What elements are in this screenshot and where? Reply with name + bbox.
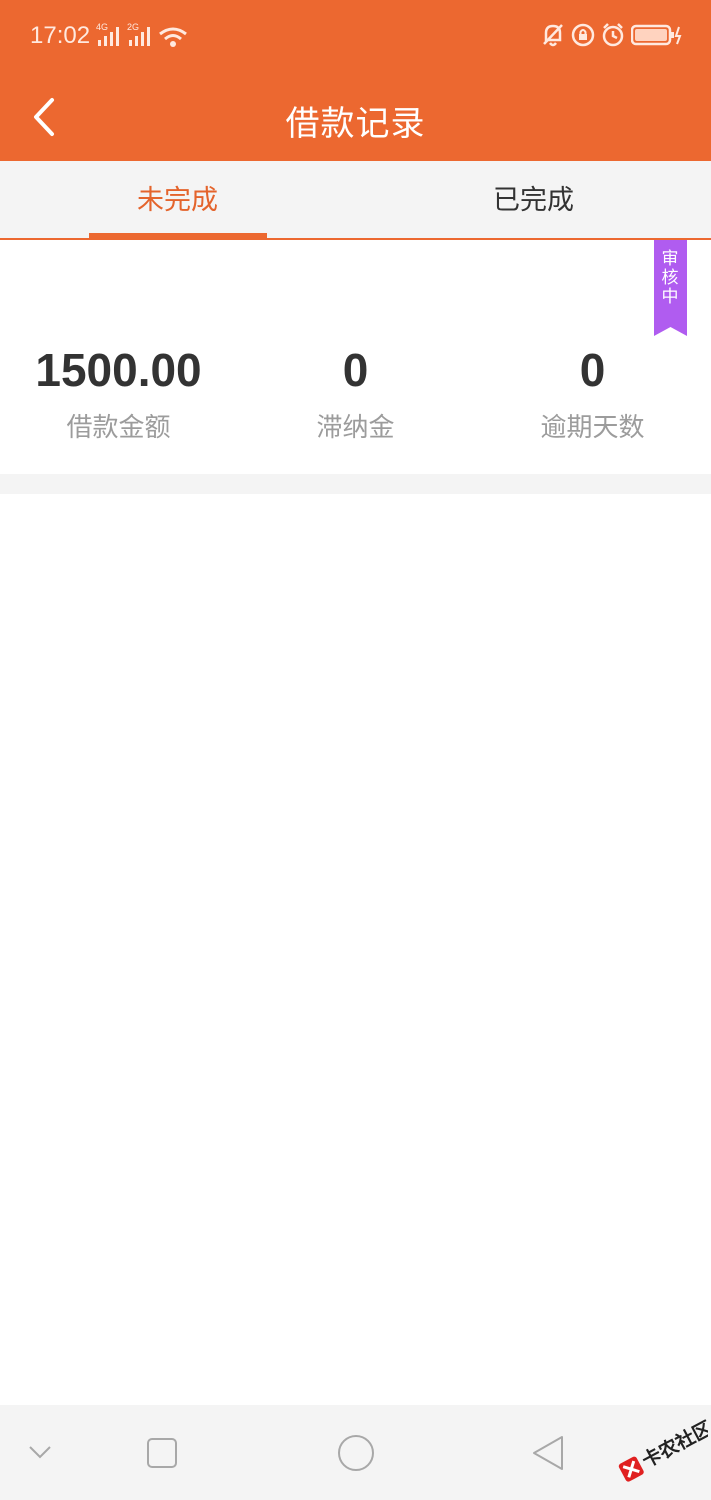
status-ribbon: 审核中 bbox=[654, 240, 687, 336]
bell-muted-icon bbox=[543, 24, 563, 47]
loan-record-card[interactable]: 审核中 1500.00 借款金额 0 滞纳金 0 逾期天数 bbox=[0, 240, 711, 474]
late-fee-label: 滞纳金 bbox=[316, 413, 395, 443]
title-bar: 借款记录 bbox=[0, 72, 711, 161]
status-time: 17:02 bbox=[30, 22, 91, 49]
wifi-icon bbox=[159, 27, 187, 47]
late-fee-value: 0 bbox=[342, 344, 369, 396]
tab-bar: 未完成 已完成 bbox=[0, 161, 711, 240]
page-title: 借款记录 bbox=[285, 104, 426, 144]
lock-rotation-icon bbox=[571, 23, 595, 47]
tab-completed[interactable]: 已完成 bbox=[356, 161, 711, 238]
home-icon[interactable] bbox=[336, 1433, 376, 1473]
system-nav-bar bbox=[0, 1405, 711, 1500]
status-ribbon-text: 审核中 bbox=[661, 249, 679, 307]
status-bar: 17:02 4G 2G bbox=[0, 0, 711, 72]
recent-apps-icon[interactable] bbox=[146, 1437, 178, 1469]
chevron-down-icon[interactable] bbox=[26, 1443, 54, 1461]
active-tab-indicator bbox=[89, 233, 267, 238]
watermark-logo: 卡农社区 bbox=[608, 1410, 711, 1484]
tab-incomplete[interactable]: 未完成 bbox=[0, 161, 355, 238]
app-header: 17:02 4G 2G 借款记录 bbox=[0, 0, 711, 161]
stat-overdue-days: 0 逾期天数 bbox=[474, 340, 711, 448]
back-triangle-icon[interactable] bbox=[530, 1435, 566, 1471]
watermark-logo-icon: 卡农社区 bbox=[618, 1416, 711, 1482]
loan-amount-label: 借款金额 bbox=[66, 413, 171, 443]
overdue-days-label: 逾期天数 bbox=[540, 413, 645, 443]
alarm-icon bbox=[602, 23, 624, 47]
svg-text:卡农社区: 卡农社区 bbox=[638, 1416, 708, 1472]
loan-amount-value: 1500.00 bbox=[35, 344, 202, 396]
section-divider bbox=[0, 474, 711, 494]
stat-loan-amount: 1500.00 借款金额 bbox=[0, 340, 237, 448]
battery-charging-icon bbox=[631, 24, 682, 46]
stat-late-fee: 0 滞纳金 bbox=[237, 340, 474, 448]
overdue-days-value: 0 bbox=[579, 344, 606, 396]
